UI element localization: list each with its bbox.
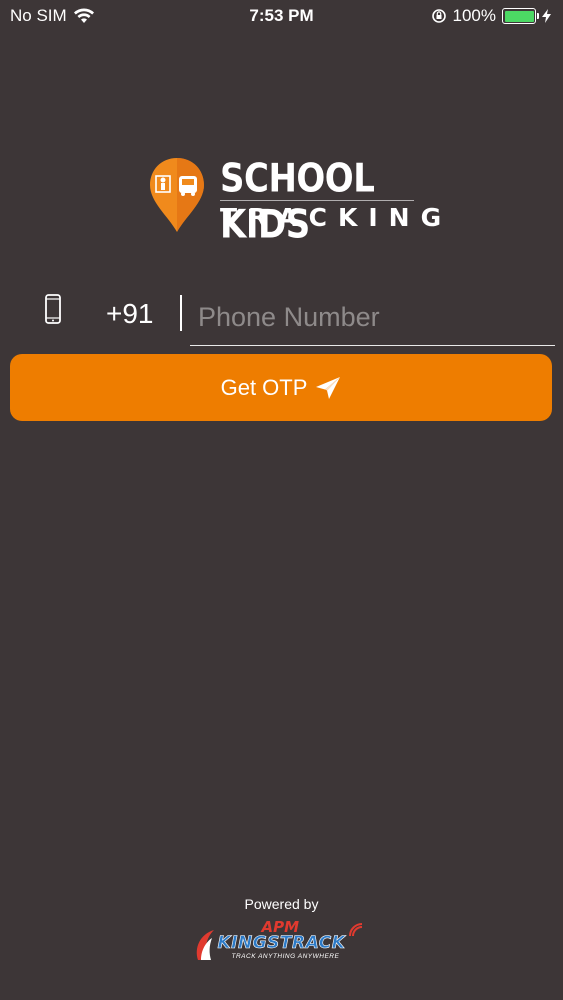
battery-percent: 100% bbox=[452, 6, 496, 25]
status-right: 100% bbox=[431, 6, 551, 26]
get-otp-label: Get OTP bbox=[220, 374, 308, 400]
get-otp-button[interactable]: Get OTP bbox=[10, 354, 552, 421]
mobile-phone-icon bbox=[45, 294, 61, 324]
status-bar: No SIM 7:53 PM 100% bbox=[0, 0, 563, 32]
orientation-lock-icon bbox=[431, 9, 446, 23]
logo-divider bbox=[220, 200, 414, 201]
battery-icon bbox=[502, 8, 539, 24]
app-logo: SCHOOL KIDS TRACKING bbox=[148, 156, 441, 248]
country-code-divider bbox=[180, 295, 182, 331]
kingstrack-logo: APM KINGSTRACK TRACK ANYTHING ANYWHERE bbox=[192, 918, 372, 966]
brand-tagline: TRACK ANYTHING ANYWHERE bbox=[231, 953, 340, 960]
logo-title: SCHOOL KIDS bbox=[220, 156, 375, 248]
phone-number-input[interactable] bbox=[190, 290, 555, 346]
location-pin-logo-icon bbox=[150, 158, 204, 232]
country-code[interactable]: +91 bbox=[106, 298, 154, 330]
brand-name: KINGSTRACK bbox=[217, 933, 346, 954]
phone-input-row: +91 bbox=[0, 290, 563, 350]
send-icon bbox=[316, 376, 341, 399]
powered-by-label: Powered by bbox=[244, 896, 319, 912]
footer: Powered by APM KINGSTRACK TRACK ANYTHING… bbox=[0, 896, 563, 966]
signal-icon bbox=[348, 923, 362, 937]
charging-icon bbox=[542, 9, 551, 23]
logo-subtitle: TRACKING bbox=[220, 203, 453, 232]
